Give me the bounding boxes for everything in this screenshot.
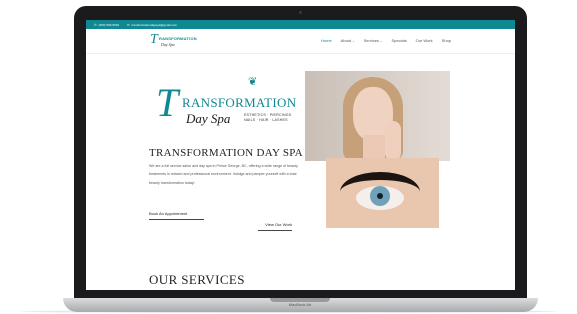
- nav-item-services[interactable]: Services ⌄: [364, 38, 383, 43]
- site-logo-word1: RANSFORMATION: [159, 36, 197, 41]
- lotus-leaf-icon: ❦: [248, 76, 258, 88]
- site-logo[interactable]: T RANSFORMATION Day Spa: [150, 32, 197, 48]
- nav-item-label: Home: [321, 38, 332, 43]
- topbar-phone[interactable]: ✆ (250) 596-5934: [94, 23, 119, 27]
- hero-title: TRANSFORMATION DAY SPA: [149, 147, 303, 159]
- hero-description: We are a full service salon and day spa …: [149, 164, 298, 185]
- view-our-work-button[interactable]: View Our Work: [258, 222, 292, 231]
- phone-icon: ✆: [94, 22, 97, 27]
- site-logo-word2: Day Spa: [161, 42, 175, 47]
- chevron-down-icon: ⌄: [352, 38, 355, 43]
- nav-item-label: Shop: [441, 38, 452, 43]
- chevron-down-icon: ⌄: [379, 38, 383, 43]
- website-screen: ✆ (250) 596-5934 ✉ transformationdayspa@…: [86, 20, 515, 290]
- topbar-email[interactable]: ✉ transformationdayspa@gmail.com: [127, 23, 177, 27]
- nav-item-label: About: [340, 38, 352, 43]
- nav-item-our-work[interactable]: Our Work: [416, 38, 433, 43]
- nav-item-about[interactable]: About ⌄: [341, 38, 355, 43]
- nav-menu: Home About ⌄ Services ⌄ Specials Our Wor…: [321, 38, 460, 43]
- device-brand-label: MacBook Air: [288, 302, 312, 307]
- laptop-mockup: MacBook Air ✆ (250) 596-5934 ✉ transform…: [0, 0, 577, 314]
- main-navigation: T RANSFORMATION Day Spa Home About ⌄ Ser…: [86, 29, 515, 54]
- hero-logo-tagline-line2: NAILS · HAIR · LASHES: [244, 118, 288, 122]
- model-portrait-image: [305, 71, 450, 161]
- nav-item-label: Our Work: [415, 38, 433, 43]
- topbar-phone-text: (250) 596-5934: [98, 22, 120, 27]
- envelope-icon: ✉: [127, 22, 130, 27]
- site-logo-initial: T: [150, 32, 158, 47]
- hero-logo-tagline-line1: ESTHETICS · PIERCINGS: [244, 113, 292, 117]
- hero-logo-word1: RANSFORMATION: [182, 95, 297, 110]
- hero-logo: ❦ T RANSFORMATION Day Spa ESTHETICS · PI…: [156, 75, 306, 130]
- book-appointment-button[interactable]: Book An Appointment: [149, 211, 204, 220]
- nav-item-shop[interactable]: Shop: [442, 38, 451, 43]
- hero-logo-tagline: ESTHETICS · PIERCINGS NAILS · HAIR · LAS…: [244, 113, 291, 123]
- hero-logo-word2: Day Spa: [186, 111, 231, 126]
- services-section-title: OUR SERVICES: [149, 272, 245, 287]
- contact-topbar: ✆ (250) 596-5934 ✉ transformationdayspa@…: [86, 20, 515, 29]
- eyelash-closeup-image: [326, 158, 439, 228]
- nav-item-home[interactable]: Home: [321, 38, 332, 43]
- nav-item-label: Specials: [391, 38, 407, 43]
- camera-icon: [299, 11, 302, 14]
- nav-item-label: Services: [363, 38, 379, 43]
- nav-item-specials[interactable]: Specials: [392, 38, 407, 43]
- hero-logo-initial: T: [156, 80, 179, 125]
- topbar-email-text: transformationdayspa@gmail.com: [131, 22, 178, 27]
